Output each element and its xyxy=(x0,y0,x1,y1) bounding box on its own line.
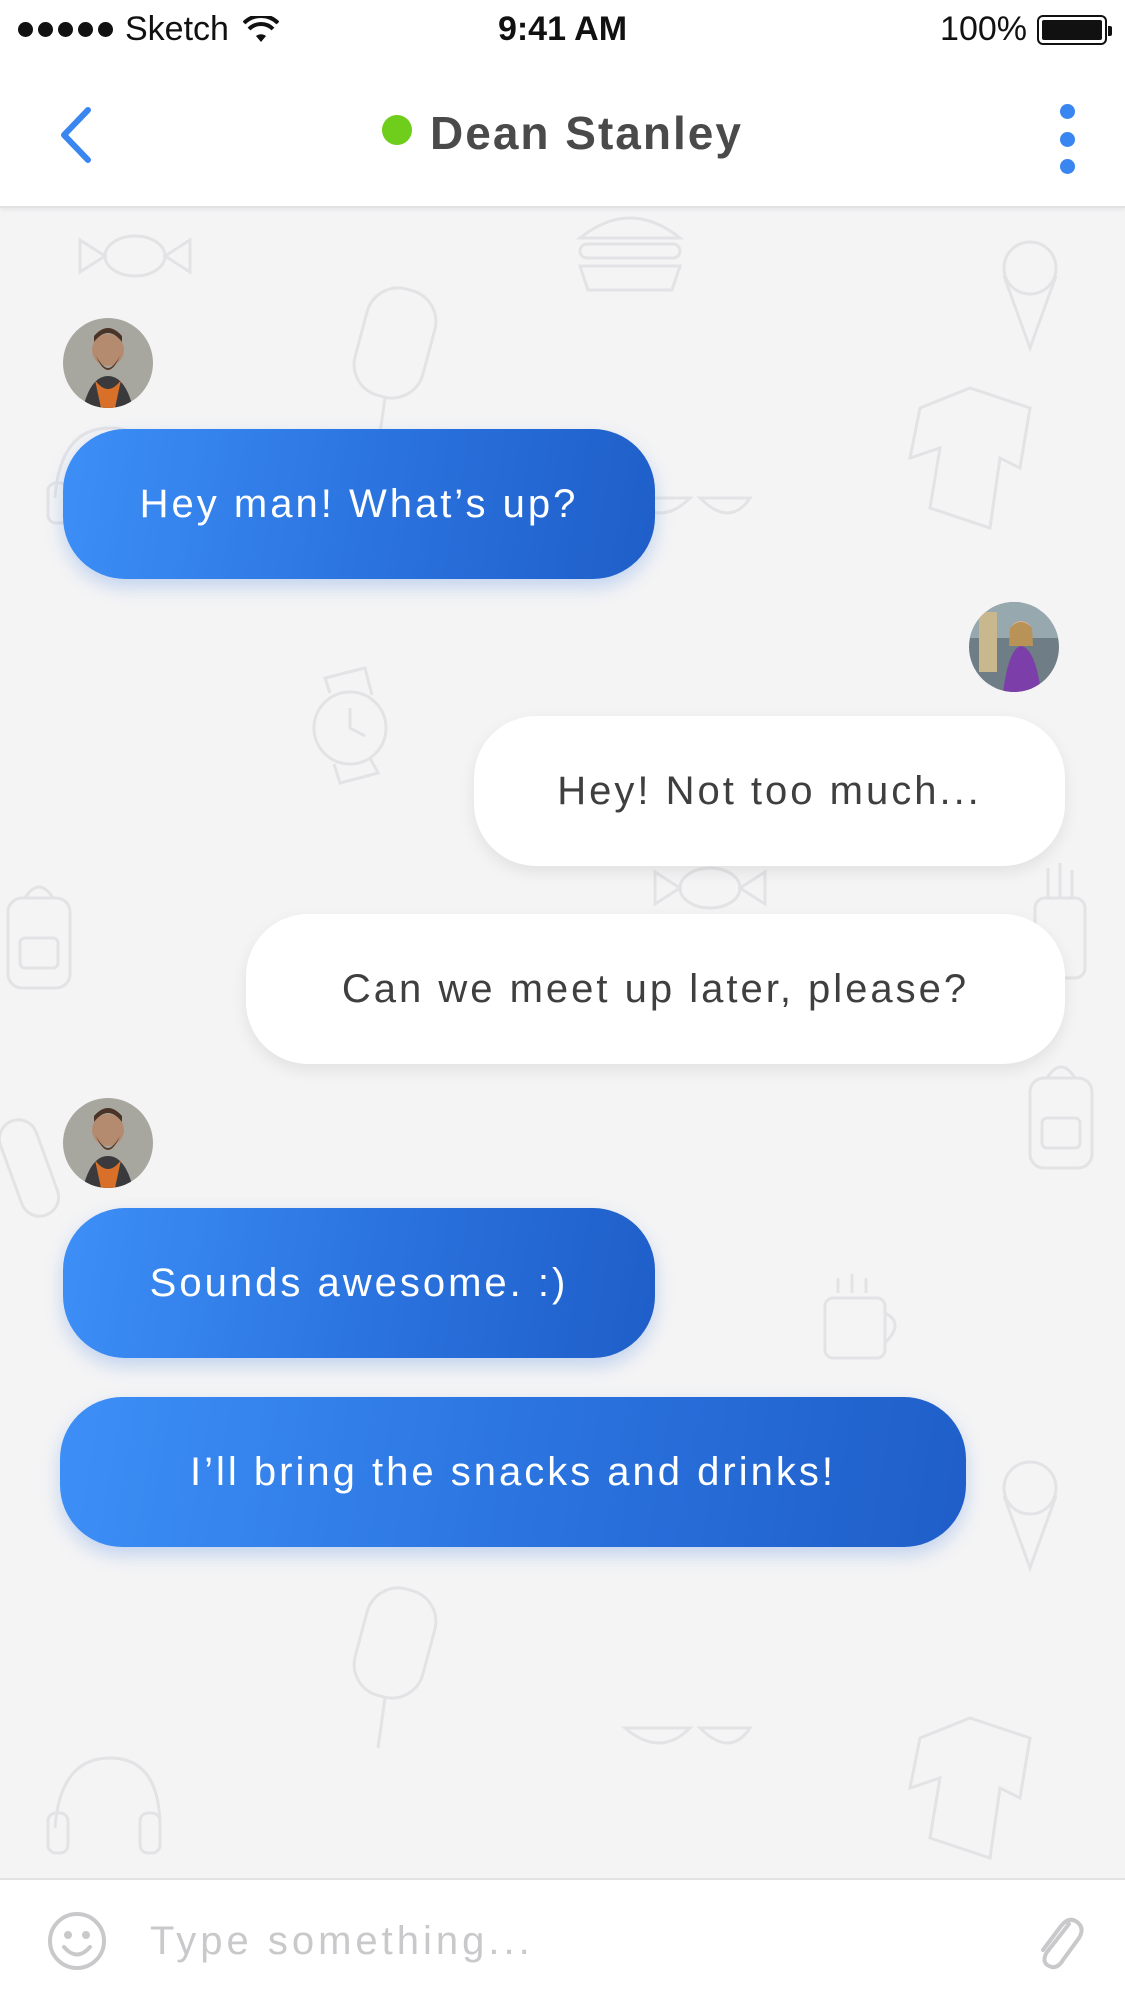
burger-icon xyxy=(575,216,685,292)
battery-percent: 100% xyxy=(940,10,1027,48)
bearded-man-avatar-icon xyxy=(63,318,153,408)
more-vertical-icon xyxy=(1059,104,1075,119)
avatar[interactable] xyxy=(63,1098,153,1188)
message-bubble-incoming[interactable]: I’ll bring the snacks and drinks! xyxy=(60,1397,966,1547)
ice-cream-icon xyxy=(1002,240,1058,353)
woman-avatar-icon xyxy=(969,602,1059,692)
message-composer xyxy=(0,1878,1125,2001)
online-status-dot xyxy=(382,115,413,145)
avatar[interactable] xyxy=(969,602,1059,692)
shirt-icon xyxy=(908,386,1032,530)
shirt-icon xyxy=(908,1716,1032,1860)
chat-header: Dean Stanley xyxy=(0,64,1125,208)
backpack-icon xyxy=(1028,1065,1094,1170)
ice-cream-icon xyxy=(1002,1460,1058,1573)
popsicle-icon xyxy=(352,1586,438,1749)
message-bubble-incoming[interactable]: Sounds awesome. :) xyxy=(63,1208,655,1358)
more-options-button[interactable] xyxy=(1055,104,1079,174)
attach-button[interactable] xyxy=(1029,1908,1085,1974)
candy-icon xyxy=(653,866,767,910)
emoji-button[interactable] xyxy=(46,1910,108,1972)
contact-name: Dean Stanley xyxy=(430,107,743,159)
status-bar: Sketch 9:41 AM 100% xyxy=(0,0,1125,64)
battery-icon xyxy=(1037,14,1112,45)
smiley-icon xyxy=(48,1912,106,1970)
status-right: 100% xyxy=(940,10,1112,49)
paperclip-icon xyxy=(1041,1917,1084,1970)
backpack-icon xyxy=(6,885,72,990)
sunglasses-icon xyxy=(620,1726,753,1745)
hot-dog-icon xyxy=(0,1118,61,1218)
message-bubble-outgoing[interactable]: Hey! Not too much... xyxy=(474,716,1065,866)
candy-icon xyxy=(78,234,192,278)
coffee-cup-icon xyxy=(823,1274,897,1360)
headphones-icon xyxy=(46,1756,162,1855)
message-bubble-incoming[interactable]: Hey man! What’s up? xyxy=(63,429,655,579)
message-input[interactable] xyxy=(150,1908,1000,1974)
watch-icon xyxy=(312,666,388,785)
popsicle-icon xyxy=(352,286,438,449)
contact-title[interactable]: Dean Stanley xyxy=(0,106,1125,160)
avatar[interactable] xyxy=(63,318,153,408)
message-bubble-outgoing[interactable]: Can we meet up later, please? xyxy=(246,914,1065,1064)
bearded-man-avatar-icon xyxy=(63,1098,153,1188)
